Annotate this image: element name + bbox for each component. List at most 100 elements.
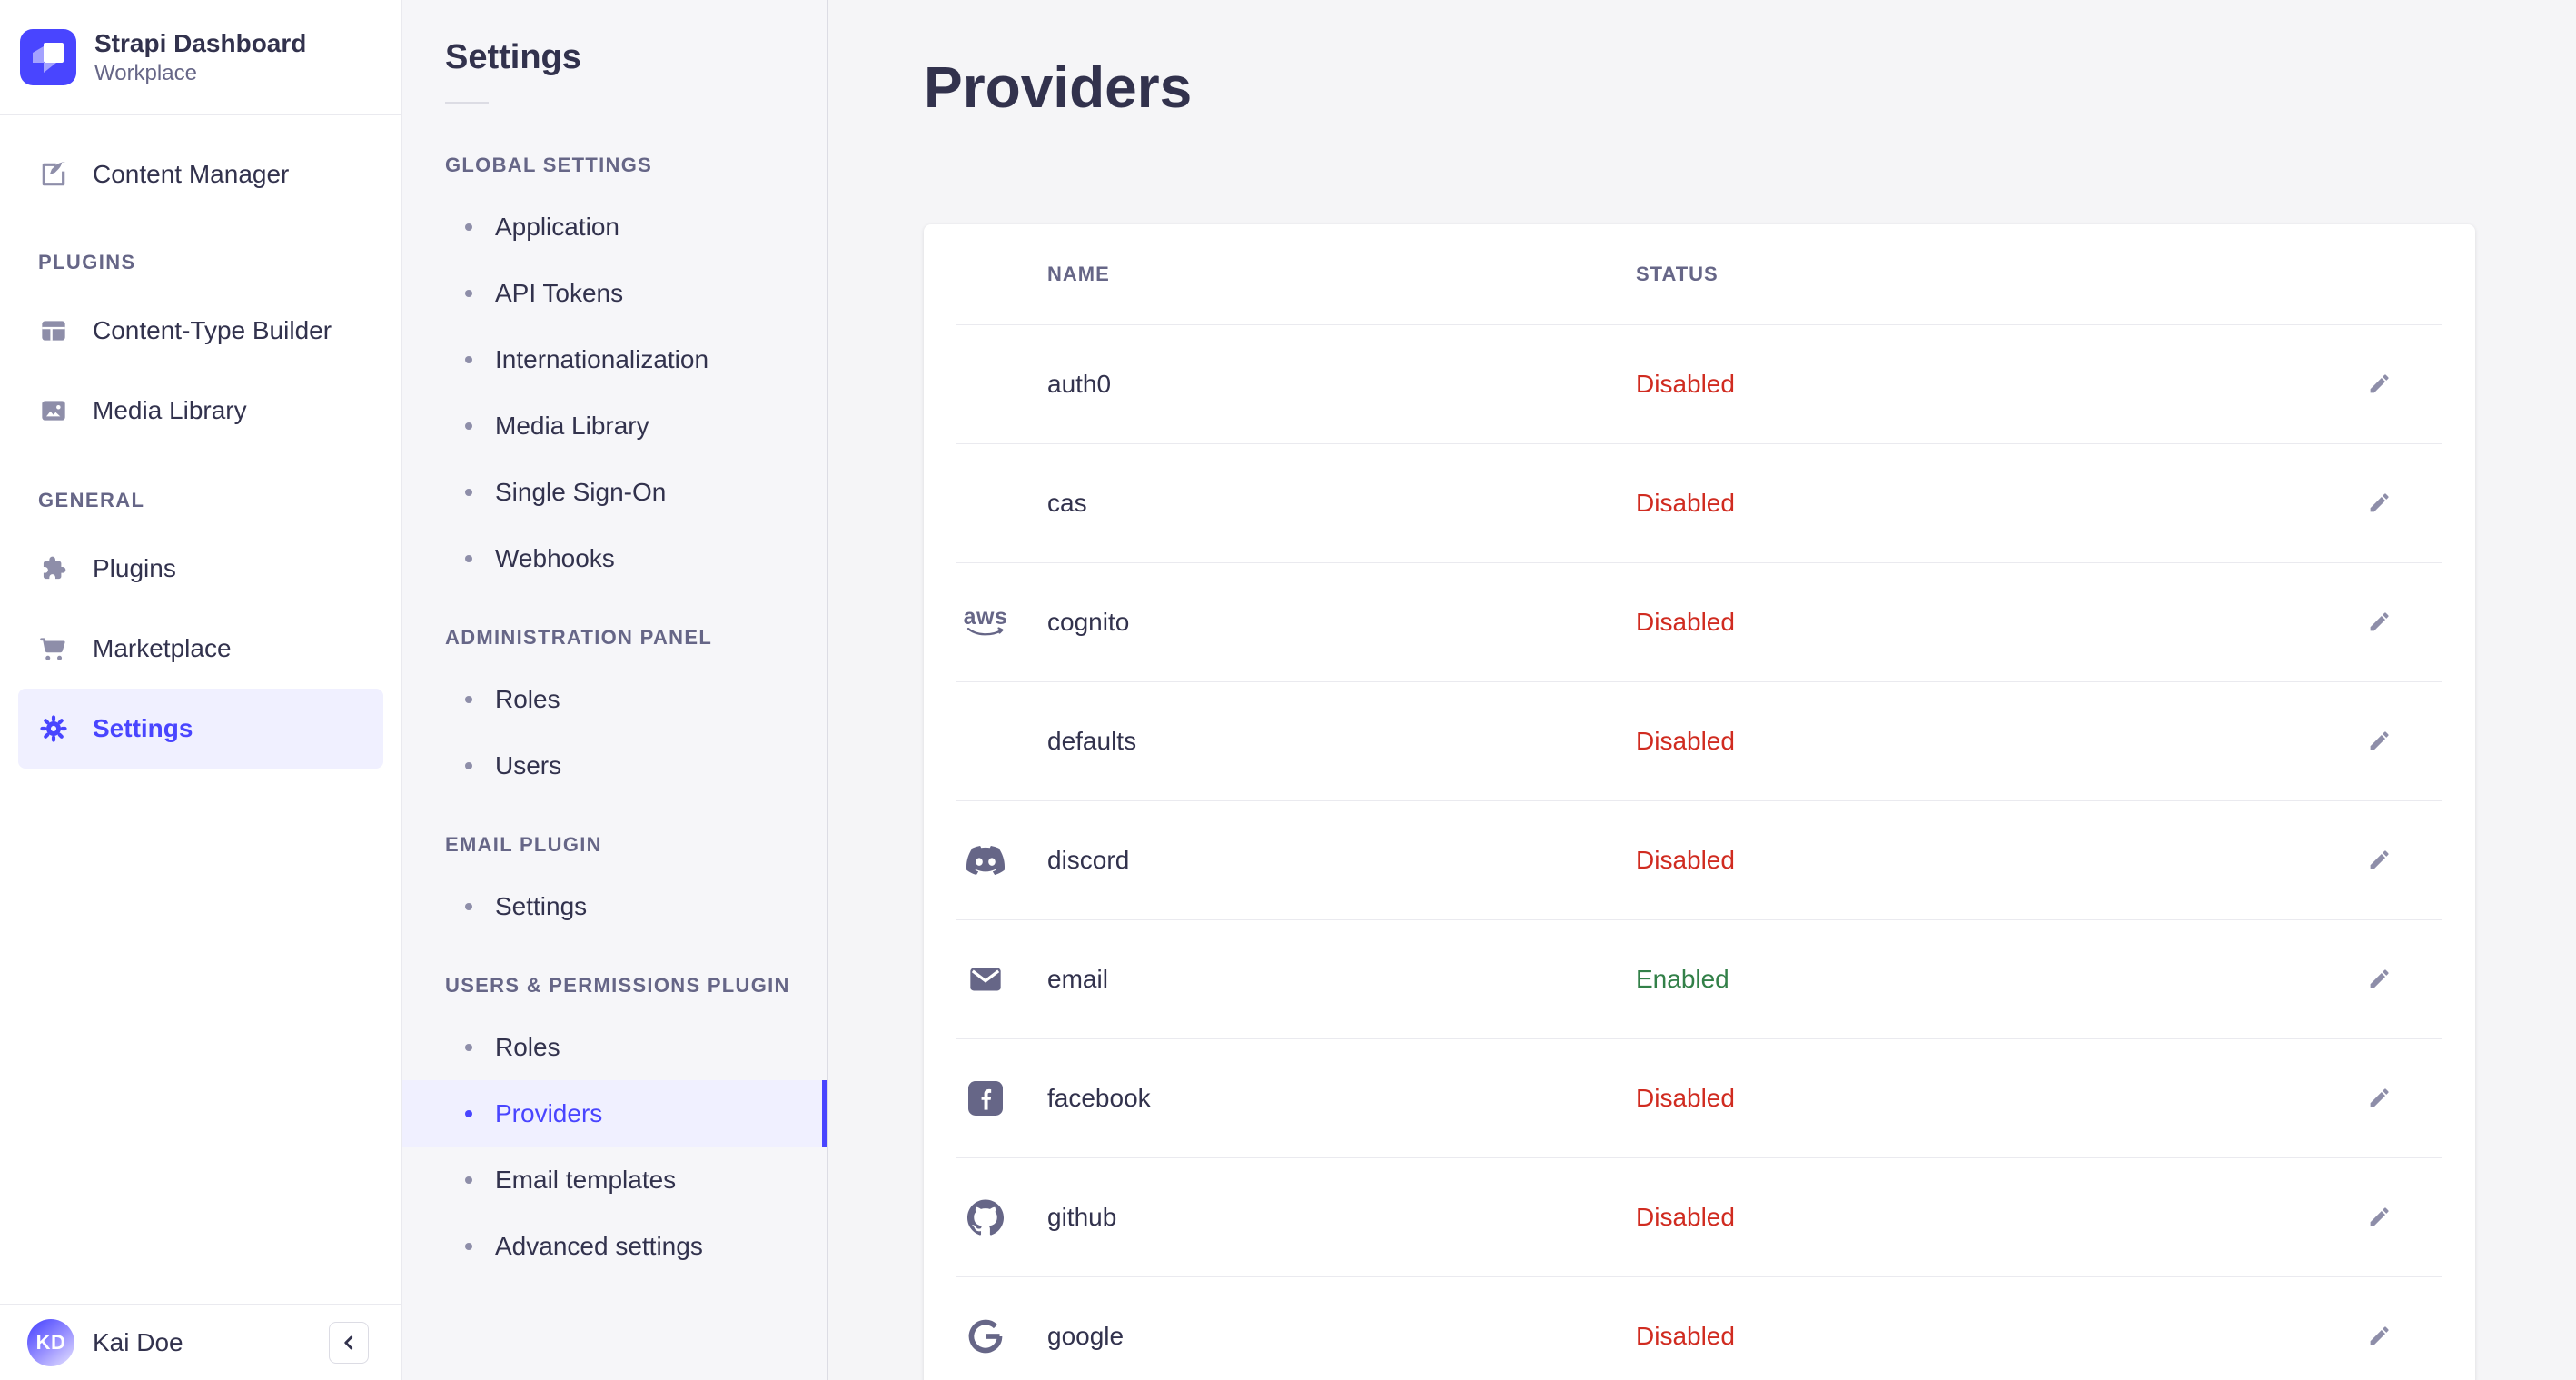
sidebar-item-settings[interactable]: Settings [18,689,383,769]
edit-provider-button[interactable] [2359,1078,2399,1118]
layout-grid-icon [38,315,69,346]
status-badge: Disabled [1636,727,1735,755]
pencil-icon [2370,1207,2389,1226]
settings-subnav: Settings GLOBAL SETTINGS Application API… [402,0,828,1380]
bullet-icon [465,1176,472,1184]
workspace-title: Strapi Dashboard [94,29,307,57]
facebook-icon [956,1076,1015,1121]
status-badge: Disabled [1636,370,1735,398]
bullet-icon [465,1043,472,1051]
app-window: Strapi Dashboard Workplace Content Manag… [0,0,2576,1380]
discord-icon [956,838,1015,883]
subnav-section-title: ADMINISTRATION PANEL [445,626,713,649]
edit-provider-button[interactable] [2359,364,2399,404]
subnav-title: Settings [445,38,581,76]
sidebar-item-label: Content Manager [93,160,290,188]
provider-name: auth0 [1047,370,1112,398]
provider-name: github [1047,1203,1117,1231]
subnav-item-api-tokens[interactable]: API Tokens [402,260,827,326]
subnav-item-admin-roles[interactable]: Roles [402,666,827,732]
sidebar-section-plugins: PLUGINS [38,251,136,273]
subnav-item-webhooks[interactable]: Webhooks [402,525,827,591]
subnav-item-email-templates[interactable]: Email templates [402,1147,827,1213]
subnav-item-application[interactable]: Application [402,194,827,260]
edit-provider-button[interactable] [2359,840,2399,880]
workspace-switcher[interactable]: Strapi Dashboard Workplace [0,0,401,115]
sidebar-section-general: GENERAL [38,489,145,511]
table-row[interactable]: discord Disabled [956,800,2442,919]
envelope-icon [956,957,1015,1002]
provider-name: facebook [1047,1084,1151,1112]
pencil-icon [2370,1326,2389,1345]
main-content: Providers NAME STATUS auth0 Disabled cas… [828,0,2576,1380]
subnav-section-title: EMAIL PLUGIN [445,833,602,856]
bullet-icon [465,902,472,910]
bullet-icon [465,554,472,562]
workspace-subtitle: Workplace [94,61,197,85]
collapse-sidebar-button[interactable] [329,1321,369,1364]
edit-provider-button[interactable] [2359,721,2399,761]
table-header: NAME STATUS [956,224,2442,324]
pencil-icon [2370,374,2389,393]
sidebar-item-content-manager[interactable]: Content Manager [0,134,401,214]
provider-name: email [1047,965,1108,993]
subnav-section-title: USERS & PERMISSIONS PLUGIN [445,974,790,997]
google-icon [956,1314,1015,1359]
subnav-section-title: GLOBAL SETTINGS [445,154,653,176]
sidebar-item-label: Plugins [93,554,176,582]
subnav-item-internationalization[interactable]: Internationalization [402,326,827,392]
edit-provider-button[interactable] [2359,1316,2399,1356]
bullet-icon [465,355,472,363]
user-name: Kai Doe [93,1327,183,1356]
sidebar-item-label: Content-Type Builder [93,316,332,344]
aws-icon: aws [956,600,1015,645]
sidebar-item-plugins[interactable]: Plugins [0,529,401,609]
pencil-icon [2370,969,2389,988]
subnav-item-up-roles[interactable]: Roles [402,1014,827,1080]
edit-provider-button[interactable] [2359,959,2399,999]
table-row[interactable]: cas Disabled [956,443,2442,562]
pencil-icon [2370,493,2389,512]
subnav-item-single-sign-on[interactable]: Single Sign-On [402,459,827,525]
sidebar-item-label: Settings [93,714,193,742]
table-row[interactable]: github Disabled [956,1157,2442,1276]
picture-icon [38,395,69,426]
providers-table: NAME STATUS auth0 Disabled cas Disabled [924,224,2475,1380]
no-icon [956,719,1015,764]
main-sidebar: Strapi Dashboard Workplace Content Manag… [0,0,402,1380]
sidebar-item-media-library[interactable]: Media Library [0,371,401,451]
gear-icon [38,713,69,744]
status-badge: Disabled [1636,846,1735,874]
subnav-section-administration-panel: ADMINISTRATION PANEL Roles Users [402,624,827,799]
edit-provider-button[interactable] [2359,483,2399,523]
subnav-item-providers[interactable]: Providers [402,1080,827,1147]
table-row[interactable]: facebook Disabled [956,1038,2442,1157]
sidebar-item-content-type-builder[interactable]: Content-Type Builder [0,291,401,371]
subnav-item-admin-users[interactable]: Users [402,732,827,799]
avatar: KD [27,1318,74,1366]
subnav-section-global-settings: GLOBAL SETTINGS Application API Tokens I… [402,152,827,591]
provider-name: cognito [1047,608,1130,636]
bullet-icon [465,223,472,231]
subnav-item-email-settings[interactable]: Settings [402,873,827,939]
status-badge: Disabled [1636,1084,1735,1112]
subnav-item-advanced-settings[interactable]: Advanced settings [402,1213,827,1279]
provider-name: defaults [1047,727,1137,755]
table-row[interactable]: defaults Disabled [956,681,2442,800]
no-icon [956,481,1015,526]
edit-provider-button[interactable] [2359,602,2399,642]
bullet-icon [465,1109,472,1117]
provider-name: cas [1047,489,1087,517]
table-row[interactable]: auth0 Disabled [956,324,2442,443]
edit-provider-button[interactable] [2359,1197,2399,1237]
table-row[interactable]: google Disabled [956,1276,2442,1380]
pencil-icon [2370,731,2389,750]
table-row[interactable]: aws cognito Disabled [956,562,2442,681]
table-row[interactable]: email Enabled [956,919,2442,1038]
no-icon [956,362,1015,407]
bullet-icon [465,422,472,430]
page-title: Providers [924,55,1193,120]
pencil-icon [2370,1088,2389,1107]
subnav-item-media-library[interactable]: Media Library [402,392,827,459]
sidebar-item-marketplace[interactable]: Marketplace [0,609,401,689]
